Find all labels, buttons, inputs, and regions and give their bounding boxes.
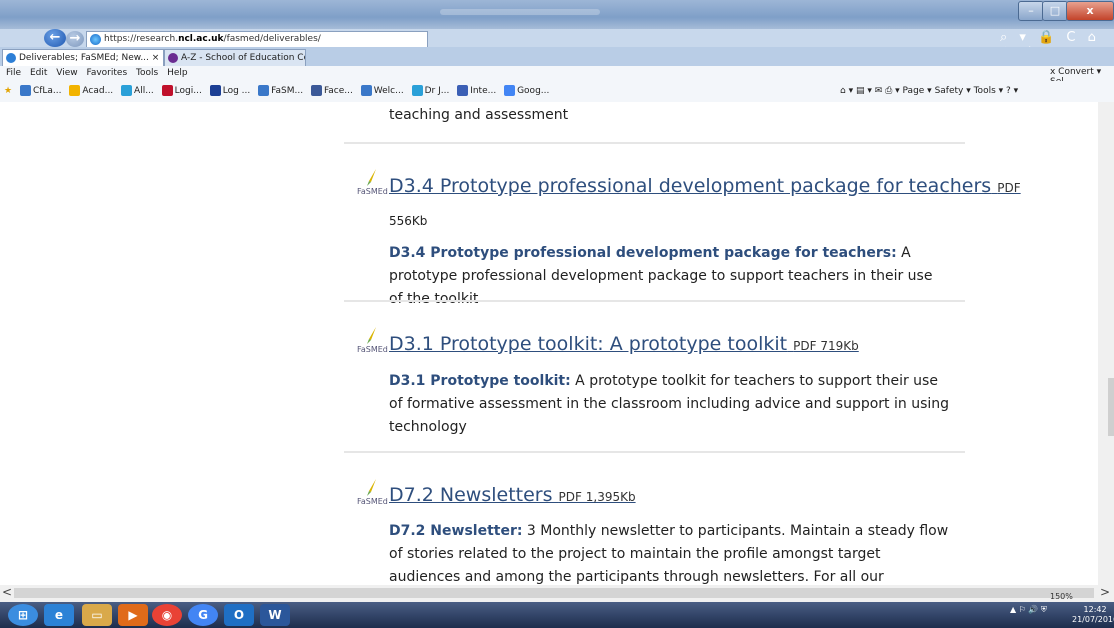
maximize-button[interactable]: □ xyxy=(1042,1,1068,21)
scroll-right-icon[interactable]: > xyxy=(1100,585,1110,599)
menu-bar: File Edit View Favorites Tools Help xyxy=(0,66,1114,81)
menu-help[interactable]: Help xyxy=(167,68,188,78)
ie-tab-icon xyxy=(6,53,16,63)
url-path: /fasmed/deliverables/ xyxy=(223,34,321,44)
favorite-icon xyxy=(258,85,270,96)
vertical-scroll-thumb[interactable] xyxy=(1108,378,1114,436)
vertical-scrollbar[interactable] xyxy=(1098,102,1114,585)
favorite-link[interactable]: Log ... xyxy=(209,81,250,102)
system-tray[interactable]: ▲ ⚐ 🔊 ⛨ xyxy=(1010,605,1047,615)
file-info: PDF 719Kb xyxy=(793,339,859,353)
previous-item-text: teaching and assessment xyxy=(389,107,569,123)
shield-tab-icon xyxy=(168,53,178,63)
favorite-link[interactable]: Inte... xyxy=(457,81,496,102)
item-description: D3.1 Prototype toolkit: A prototype tool… xyxy=(389,373,950,435)
chrome-taskbar-icon[interactable]: ◉ xyxy=(152,604,182,626)
menu-edit[interactable]: Edit xyxy=(30,68,47,78)
minimize-button[interactable]: – xyxy=(1018,1,1044,21)
url-prefix: https://research. xyxy=(104,34,179,44)
ie-taskbar-icon[interactable]: e xyxy=(44,604,74,626)
divider xyxy=(344,300,965,302)
favorite-link[interactable]: Dr J... xyxy=(411,81,449,102)
zoom-level[interactable]: 150% xyxy=(1050,592,1073,601)
command-bar[interactable]: ⌂ ▾ ▤ ▾ ✉ ⎙ ▾ Page ▾ Safety ▾ Tools ▾ ? … xyxy=(840,81,1018,102)
fasmed-quill-icon xyxy=(367,169,376,186)
file-size: 556Kb xyxy=(389,214,428,228)
explorer-taskbar-icon[interactable]: ▭ xyxy=(82,604,112,626)
favorite-icon xyxy=(209,85,221,96)
fasmed-logo: FaSMEd xyxy=(357,479,388,509)
address-bar[interactable]: https://research.ncl.ac.uk/fasmed/delive… xyxy=(86,31,428,48)
favorite-link[interactable]: All... xyxy=(121,81,154,102)
media-taskbar-icon[interactable]: ▶ xyxy=(118,604,148,626)
menu-favorites[interactable]: Favorites xyxy=(86,68,127,78)
fasmed-logo: FaSMEd xyxy=(357,169,388,199)
favorite-icon xyxy=(161,85,173,96)
horizontal-scroll-thumb[interactable] xyxy=(14,588,1094,598)
ie-page-icon xyxy=(90,34,101,45)
item-title-link[interactable]: D3.1 Prototype toolkit: A prototype tool… xyxy=(389,333,859,355)
item-title-link[interactable]: D3.4 Prototype professional development … xyxy=(389,175,1021,197)
menu-view[interactable]: View xyxy=(56,68,77,78)
close-window-button[interactable]: x xyxy=(1066,1,1114,21)
fasmed-quill-icon xyxy=(367,479,376,496)
favorites-star-icon[interactable]: ★ xyxy=(4,81,12,102)
menu-tools[interactable]: Tools xyxy=(136,68,158,78)
favorite-icon xyxy=(360,85,372,96)
favorite-icon xyxy=(411,85,423,96)
url-domain: ncl.ac.uk xyxy=(178,34,224,44)
forward-button[interactable]: → xyxy=(66,31,84,47)
favorite-icon xyxy=(19,85,31,96)
favorite-link[interactable]: Goog... xyxy=(504,81,549,102)
back-button[interactable]: ← xyxy=(44,29,66,47)
favorite-icon xyxy=(69,85,81,96)
item-description: D7.2 Newsletter: 3 Monthly newsletter to… xyxy=(389,523,949,585)
tab-label: A-Z - School of Education Co... xyxy=(181,53,306,63)
favorite-link[interactable]: CfLa... xyxy=(19,81,62,102)
start-button[interactable]: ⊞ xyxy=(8,604,38,626)
google-taskbar-icon[interactable]: G xyxy=(188,604,218,626)
tab-label: Deliverables; FaSMEd; New... × xyxy=(19,53,160,63)
fasmed-logo: FaSMEd xyxy=(357,327,388,357)
divider xyxy=(344,451,965,453)
page-content: teaching and assessment FaSMEd D3.4 Prot… xyxy=(0,102,1098,585)
fasmed-quill-icon xyxy=(367,327,376,344)
favorite-link[interactable]: Welc... xyxy=(360,81,404,102)
scroll-left-icon[interactable]: < xyxy=(2,585,12,599)
item-title-link[interactable]: D7.2 Newsletters PDF 1,395Kb xyxy=(389,484,636,506)
window-titlebar: – □ x xyxy=(0,0,1114,29)
tab-school-of-education[interactable]: A-Z - School of Education Co... xyxy=(164,49,306,67)
outlook-taskbar-icon[interactable]: O xyxy=(224,604,254,626)
favorite-icon xyxy=(310,85,322,96)
favorite-link[interactable]: Acad... xyxy=(69,81,113,102)
divider xyxy=(344,142,965,144)
file-info: PDF xyxy=(997,181,1021,195)
favorite-link[interactable]: FaSM... xyxy=(258,81,303,102)
file-info: PDF 1,395Kb xyxy=(558,490,636,504)
menu-file[interactable]: File xyxy=(6,68,21,78)
favorite-link[interactable]: Face... xyxy=(310,81,353,102)
favorite-link[interactable]: Logi... xyxy=(161,81,202,102)
favorite-icon xyxy=(457,85,469,96)
taskbar-clock[interactable]: 12:42 21/07/2016 xyxy=(1072,605,1114,625)
word-taskbar-icon[interactable]: W xyxy=(260,604,290,626)
favorite-icon xyxy=(121,85,133,96)
tab-deliverables[interactable]: Deliverables; FaSMEd; New... × xyxy=(2,49,164,67)
window-title xyxy=(440,9,600,15)
favorite-icon xyxy=(504,85,516,96)
